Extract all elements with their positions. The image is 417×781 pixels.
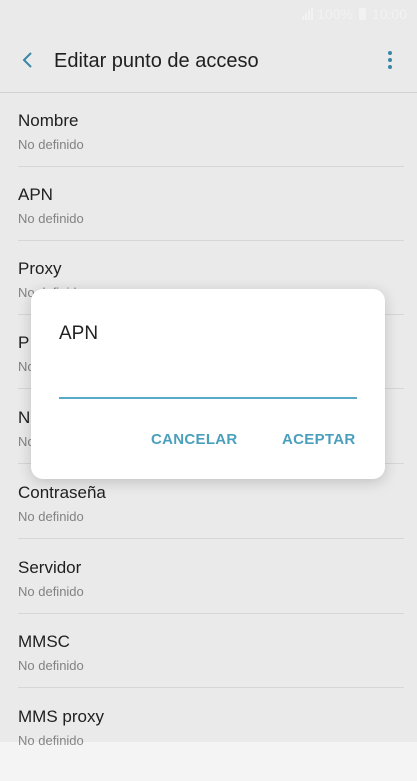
cancel-button[interactable]: CANCELAR bbox=[145, 427, 244, 452]
ok-button[interactable]: ACEPTAR bbox=[276, 427, 362, 452]
dialog-title: APN bbox=[59, 323, 99, 344]
apn-dialog: APN CANCELAR ACEPTAR bbox=[31, 289, 385, 479]
apn-input[interactable] bbox=[59, 361, 357, 399]
